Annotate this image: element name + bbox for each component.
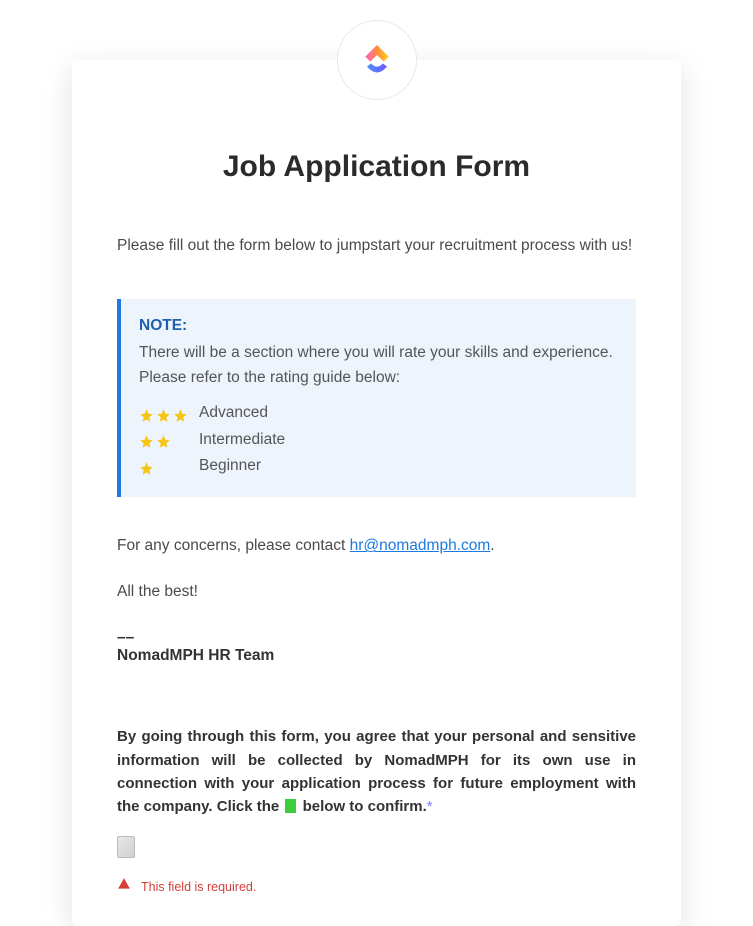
consent-checkbox[interactable] [117,836,135,858]
warning-icon [117,877,131,896]
signoff: All the best! [117,583,636,601]
stars-3 [139,406,199,421]
star-icon [156,432,171,447]
note-label: NOTE: [139,317,614,335]
contact-email-link[interactable]: hr@nomadmph.com [350,537,491,554]
rating-row-advanced: Advanced [139,400,614,426]
green-square-icon [285,799,296,813]
stars-1 [139,459,199,474]
brand-logo [337,20,417,100]
rating-row-intermediate: Intermediate [139,427,614,453]
team-signature: NomadMPH HR Team [117,647,636,665]
star-icon [139,406,154,421]
error-text: This field is required. [141,880,256,894]
error-row: This field is required. [117,877,636,896]
form-card: Job Application Form Please fill out the… [72,60,681,926]
rating-row-beginner: Beginner [139,453,614,479]
consent-part2: below to confirm. [298,798,426,815]
star-icon [139,432,154,447]
rating-label: Beginner [199,453,261,479]
contact-line: For any concerns, please contact hr@noma… [117,537,636,555]
contact-suffix: . [490,537,494,554]
star-icon [156,406,171,421]
note-text: There will be a section where you will r… [139,341,614,391]
rating-label: Intermediate [199,427,285,453]
clickup-icon [357,40,397,80]
star-icon [139,459,154,474]
rating-label: Advanced [199,400,268,426]
consent-text: By going through this form, you agree th… [117,725,636,818]
contact-prefix: For any concerns, please contact [117,537,350,554]
page-title: Job Application Form [117,150,636,184]
note-box: NOTE: There will be a section where you … [117,299,636,498]
divider: –– [117,629,636,647]
star-icon [173,406,188,421]
required-asterisk: * [427,798,433,815]
intro-text: Please fill out the form below to jumpst… [117,234,636,259]
stars-2 [139,432,199,447]
